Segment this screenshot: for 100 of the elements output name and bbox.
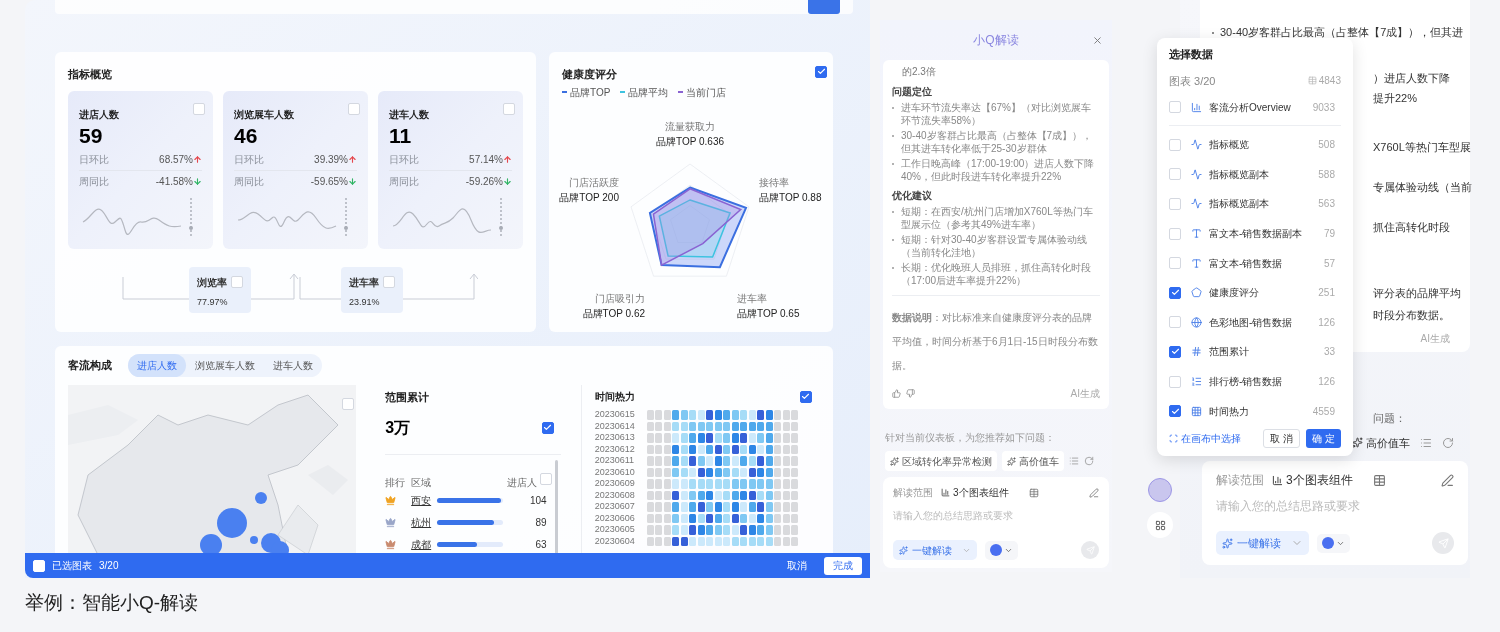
popup-title: 选择数据 (1169, 47, 1214, 62)
close-icon[interactable] (1092, 34, 1103, 46)
answer-text: 短期：在西安/杭州门店增加X760L等热门车型展示位（参考其49%进车率） (901, 205, 1094, 231)
prompt-input[interactable]: 请输入您的总结思路或要求 (1216, 497, 1454, 515)
suggestion-chip[interactable]: 高价值车 (1002, 451, 1064, 471)
legend-label: 品牌平均 (628, 85, 669, 100)
region-link[interactable]: 杭州 (411, 515, 438, 530)
line-chart-icon (1191, 139, 1202, 151)
date-label: 20230614 (594, 420, 636, 432)
legend-label: 品牌TOP (570, 85, 611, 100)
answer-text: 时段分布数据。 (1373, 308, 1450, 323)
popup-item[interactable]: 色彩地图-销售数据 (1209, 314, 1293, 330)
table-icon (1307, 76, 1317, 86)
text-icon (1191, 228, 1202, 240)
popup-item[interactable]: 范围累计 (1209, 344, 1249, 360)
popup-item[interactable]: 排行榜-销售数据 (1209, 374, 1283, 390)
list-icon[interactable] (1420, 436, 1432, 449)
model-selector[interactable] (985, 540, 1018, 560)
checkbox[interactable] (815, 65, 827, 78)
region-link[interactable]: 成都 (411, 537, 438, 552)
popup-item[interactable]: 指标概览副本 (1209, 166, 1269, 182)
answer-text: 短期：针对30-40岁客群设置专属体验动线（当前转化洼地） (901, 233, 1088, 259)
sparkle-icon (899, 545, 908, 555)
rate-value: 77.97% (197, 295, 229, 309)
column-header: 排行 (385, 475, 407, 490)
answer-text: 工作日晚高峰（17:00-19:00）进店人数下降40%，但此时段进车转化率提升22% (901, 157, 1096, 183)
done-button[interactable]: 完成 (824, 556, 862, 575)
date-label: 20230605 (594, 524, 636, 536)
answer-text: 30-40岁客群占比最高（占整体【7成】），但其进车转化率低于25-30岁群体 (901, 129, 1094, 155)
item-count: 251 (1318, 286, 1336, 301)
thumbs-down-icon[interactable] (906, 389, 915, 398)
answer-text: 抓住高转化时段 (1373, 220, 1450, 235)
popup-item[interactable]: 时间热力 (1209, 403, 1249, 419)
date-label: 20230615 (594, 409, 636, 421)
sparkle-icon (1352, 437, 1363, 449)
metric-value: 59 (79, 122, 104, 149)
confirm-button[interactable]: 确 定 (1306, 428, 1341, 448)
bar-chart-icon (1272, 474, 1283, 486)
column-header: 区域 (411, 475, 432, 490)
table-icon[interactable] (1028, 487, 1039, 498)
scope-value[interactable]: 3个图表组件 (953, 485, 1009, 500)
canvas-select-link[interactable]: 在画布中选择 (1169, 430, 1241, 446)
date-label: 20230607 (594, 501, 636, 513)
selection-count: 3/20 (99, 559, 119, 573)
metric-value: 11 (389, 122, 413, 149)
popup-item[interactable]: 富文本-销售数据 (1209, 255, 1283, 271)
checkbox[interactable] (541, 421, 554, 434)
popup-item[interactable]: 指标概览 (1209, 137, 1249, 153)
scope-label: 解读范围 (1216, 472, 1264, 489)
checkbox[interactable] (800, 390, 812, 403)
axis-name: 流量获取力 (665, 120, 715, 132)
popup-item[interactable]: 富文本-销售数据副本 (1209, 226, 1303, 242)
tab[interactable]: 进店人数 (128, 354, 186, 377)
region-link[interactable]: 西安 (411, 493, 438, 508)
interpret-button[interactable]: 一键解读 (1216, 531, 1309, 555)
popup-item[interactable]: 客流分析Overview (1209, 99, 1291, 115)
panel-title: 小Q解读 (973, 32, 1019, 49)
date-label: 20230606 (594, 512, 636, 524)
refresh-icon[interactable] (1084, 456, 1094, 466)
axis-value: 品牌TOP 0.65 (737, 307, 800, 319)
popup-item[interactable]: 健康度评分 (1209, 285, 1259, 301)
table-icon[interactable] (1372, 473, 1386, 487)
metric-label: 进店人数 (79, 107, 119, 122)
popup-item[interactable]: 指标概览副本 (1209, 196, 1269, 212)
checkbox[interactable] (1169, 345, 1181, 358)
text-icon (1191, 257, 1202, 269)
rate-value: 23.91% (349, 295, 381, 309)
tab[interactable]: 进车人数 (264, 354, 322, 377)
model-selector[interactable] (1317, 533, 1350, 553)
date-label: 20230609 (594, 478, 636, 490)
thumbs-up-icon[interactable] (892, 389, 901, 398)
checkbox[interactable] (1169, 286, 1181, 299)
metric-row-label: 周同比 (79, 174, 109, 189)
item-count: 4559 (1312, 404, 1336, 419)
answer-text: ）进店人数下降 (1373, 71, 1450, 86)
tab[interactable]: 浏览展车人数 (186, 354, 264, 377)
cancel-button[interactable]: 取 消 (1263, 428, 1301, 448)
edit-icon[interactable] (1441, 473, 1454, 487)
metric-row-value: 68.57% (159, 153, 193, 167)
avatar[interactable] (1148, 478, 1172, 502)
cancel-button[interactable]: 取消 (787, 558, 807, 573)
list-icon[interactable] (1069, 456, 1079, 466)
interpret-button[interactable]: 一键解读 (893, 540, 977, 560)
metric-row-label: 日环比 (79, 153, 109, 167)
sparkle-icon (890, 456, 899, 466)
checkbox[interactable] (1169, 405, 1181, 418)
layout-button[interactable] (1147, 512, 1173, 538)
grid-icon (1154, 519, 1166, 531)
refresh-icon[interactable] (1442, 436, 1454, 449)
suggestion-chip[interactable]: 高价值车 (1352, 434, 1410, 451)
item-count: 126 (1318, 315, 1336, 330)
suggestion-chip[interactable]: 区域转化率异常检测 (885, 451, 997, 471)
metric-row-value: -41.58% (155, 174, 193, 189)
sparkle-icon (1222, 537, 1233, 549)
card-title: 指标概览 (68, 67, 113, 82)
axis-name: 门店吸引力 (595, 292, 645, 304)
edit-icon[interactable] (1089, 487, 1099, 498)
scope-value[interactable]: 3个图表组件 (1286, 471, 1353, 489)
item-count: 33 (1323, 345, 1336, 360)
answer-text: 长期：优化晚班人员排班，抓住高转化时段（17:00后进车率提升22%） (901, 261, 1092, 287)
